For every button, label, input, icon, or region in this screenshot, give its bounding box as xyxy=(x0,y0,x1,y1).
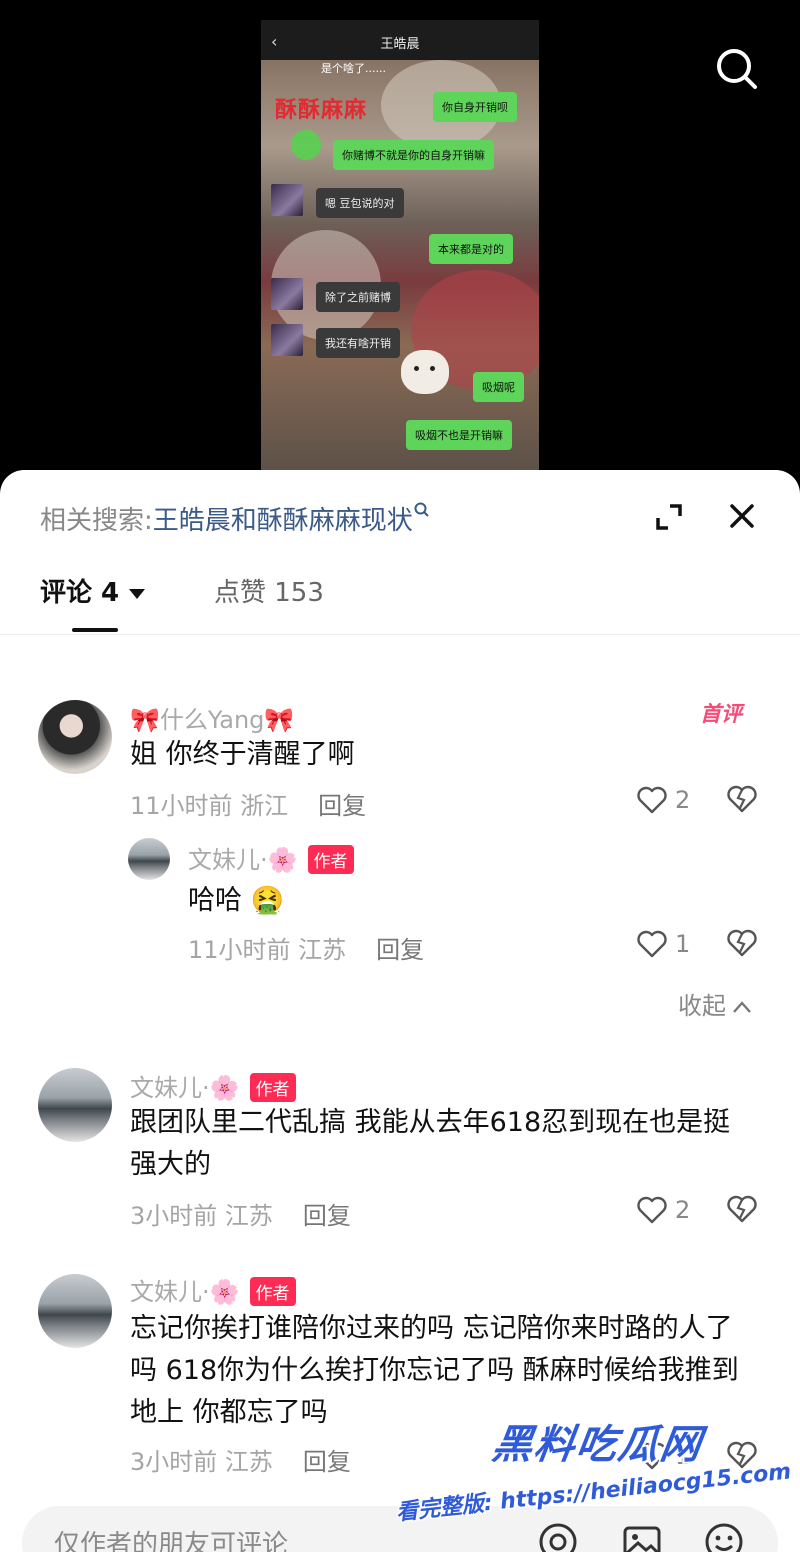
video-player[interactable]: ‹ 王皓晨 是个啥了...... 酥酥麻麻 你自身开销呗 你赌博不就是你的自身开… xyxy=(0,0,800,480)
tab-comments[interactable]: 评论 4 xyxy=(40,572,146,609)
dislike-icon[interactable] xyxy=(727,928,757,958)
chat-title: 王皓晨 xyxy=(380,37,420,52)
comment-meta: 11小时前 浙江 回复 xyxy=(130,786,366,821)
chat-bubble: 你自身开销呗 xyxy=(433,92,517,122)
chat-watermark: 酥酥麻麻 xyxy=(275,98,368,123)
site-watermark: 黑料吃瓜网 看完整版: https://heiliaocg15.com xyxy=(395,1412,792,1542)
tab-likes[interactable]: 点赞 153 xyxy=(214,572,324,609)
dog-picture xyxy=(401,350,449,394)
chat-avatar xyxy=(271,278,303,310)
username-text: 文妹儿·🌸 xyxy=(130,1074,240,1102)
like-count: 1 xyxy=(675,930,691,958)
watermark-title: 黑料吃瓜网 xyxy=(489,1422,706,1468)
comment-text: 姐 你终于清醒了啊 xyxy=(130,739,355,770)
chat-bubble: 吸烟呢 xyxy=(473,372,524,402)
chat-screenshot-image: ‹ 王皓晨 是个啥了...... 酥酥麻麻 你自身开销呗 你赌博不就是你的自身开… xyxy=(261,20,539,472)
comment-time-location: 11小时前 浙江 xyxy=(130,792,289,820)
tab-comments-label: 评论 4 xyxy=(40,578,120,608)
chat-bubble: 除了之前赌博 xyxy=(316,282,400,312)
avatar[interactable] xyxy=(128,838,170,880)
reply-button[interactable]: 回复 xyxy=(318,792,366,820)
chat-bubble: 本来都是对的 xyxy=(429,234,513,264)
chevron-up-icon xyxy=(733,1001,751,1013)
heart-icon[interactable] xyxy=(637,1196,667,1224)
related-search[interactable]: 相关搜索:王皓晨和酥酥麻麻现状 xyxy=(40,500,431,537)
divider xyxy=(0,634,800,635)
comment-time-location: 11小时前 江苏 xyxy=(188,936,347,964)
comment-text: 哈哈 🤮 xyxy=(188,885,285,916)
username-text: 文妹儿·🌸 xyxy=(130,1278,240,1306)
search-icon[interactable] xyxy=(712,44,760,92)
expand-icon[interactable] xyxy=(654,502,684,532)
like-count: 2 xyxy=(675,1196,691,1224)
comment-time-location: 3小时前 江苏 xyxy=(130,1202,273,1230)
reply-button[interactable]: 回复 xyxy=(376,936,424,964)
chat-avatar xyxy=(271,324,303,356)
collapse-replies-button[interactable]: 收起 xyxy=(678,986,752,1021)
caret-down-icon xyxy=(129,588,146,599)
comment-username[interactable]: 文妹儿·🌸 作者 xyxy=(188,840,354,876)
comment-input-placeholder: 仅作者的朋友可评论 xyxy=(54,1530,289,1552)
comment-username[interactable]: 文妹儿·🌸 作者 xyxy=(130,1272,296,1308)
chat-bubble: 嗯 豆包说的对 xyxy=(316,188,404,218)
chat-bubble: 吸烟不也是开销嘛 xyxy=(406,420,512,450)
chat-bubble: 我还有啥开销 xyxy=(316,328,400,358)
dislike-icon[interactable] xyxy=(727,1194,757,1224)
comment-meta: 3小时前 江苏 回复 xyxy=(130,1442,351,1477)
author-badge: 作者 xyxy=(307,844,354,874)
reply-button[interactable]: 回复 xyxy=(303,1448,351,1476)
comment-sheet: 相关搜索:王皓晨和酥酥麻麻现状 评论 4 点赞 153 🎀什么Yang🎀 首评 … xyxy=(0,470,800,1552)
search-icon xyxy=(414,502,429,518)
related-search-query[interactable]: 王皓晨和酥酥麻麻现状 xyxy=(153,506,413,536)
avatar[interactable] xyxy=(38,1274,112,1348)
comment-meta: 3小时前 江苏 回复 xyxy=(130,1196,351,1231)
chat-bubble: 你赌博不就是你的自身开销嘛 xyxy=(333,140,494,170)
like-count: 2 xyxy=(675,786,691,814)
username-text: 文妹儿·🌸 xyxy=(188,846,298,874)
reply-button[interactable]: 回复 xyxy=(303,1202,351,1230)
chat-avatar xyxy=(271,184,303,216)
close-icon[interactable] xyxy=(728,502,756,530)
author-badge: 作者 xyxy=(249,1072,296,1102)
comment-time-location: 3小时前 江苏 xyxy=(130,1448,273,1476)
first-comment-badge: 首评 xyxy=(700,702,742,726)
dislike-icon[interactable] xyxy=(727,784,757,814)
author-badge: 作者 xyxy=(249,1276,296,1306)
related-search-label: 相关搜索: xyxy=(40,506,153,536)
comment-meta: 11小时前 江苏 回复 xyxy=(188,930,424,965)
chat-top-line: 是个啥了...... xyxy=(321,62,386,75)
chat-topbar: ‹ 王皓晨 xyxy=(261,20,539,60)
collapse-label: 收起 xyxy=(678,992,726,1020)
comment-username[interactable]: 文妹儿·🌸 作者 xyxy=(130,1068,296,1104)
avatar[interactable] xyxy=(38,700,112,774)
tab-active-indicator xyxy=(72,628,118,632)
comment-username[interactable]: 🎀什么Yang🎀 xyxy=(130,700,294,735)
avatar[interactable] xyxy=(38,1068,112,1142)
comment-text: 跟团队里二代乱搞 我能从去年618忍到现在也是挺强大的 xyxy=(130,1107,731,1180)
heart-icon[interactable] xyxy=(637,930,667,958)
heart-icon[interactable] xyxy=(637,786,667,814)
